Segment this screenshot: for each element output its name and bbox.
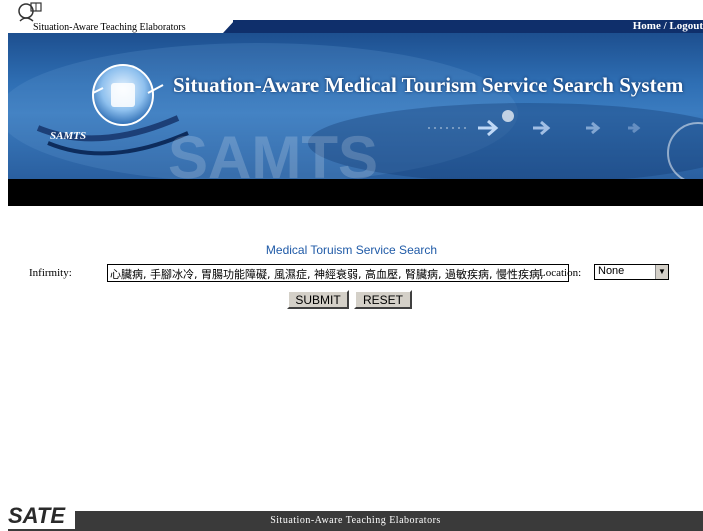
svg-text:SAMTS: SAMTS [168, 124, 378, 179]
location-selected-value: None [598, 265, 625, 277]
banner: SAMTS SAMTS Situation-Aware Medical Tour… [8, 33, 703, 179]
samts-logo-text: SAMTS [50, 130, 87, 142]
org-label: Situation-Aware Teaching Elaborators [33, 22, 186, 33]
banner-graphic: SAMTS [8, 43, 703, 179]
location-select[interactable]: None ▼ [594, 264, 669, 280]
footer-text: Situation-Aware Teaching Elaborators [270, 515, 441, 526]
footer: SATE Situation-Aware Teaching Elaborator… [6, 503, 703, 531]
banner-black-strip [8, 179, 703, 206]
search-title: Medical Toruism Service Search [265, 243, 438, 257]
reset-button[interactable]: RESET [354, 290, 412, 309]
chevron-down-icon[interactable]: ▼ [655, 265, 668, 279]
infirmity-label: Infirmity: [29, 267, 72, 279]
home-logout-link[interactable]: Home / Logout [633, 20, 703, 33]
top-bar: Situation-Aware Teaching Elaborators Hom… [8, 0, 703, 33]
location-label: Location: [539, 267, 582, 279]
submit-button[interactable]: SUBMIT [287, 290, 349, 309]
system-title: Situation-Aware Medical Tourism Service … [173, 73, 684, 97]
infirmity-input[interactable]: 心臟病, 手腳冰冷, 胃腸功能障礙, 風濕症, 神經衰弱, 高血壓, 腎臟病, … [107, 264, 569, 282]
